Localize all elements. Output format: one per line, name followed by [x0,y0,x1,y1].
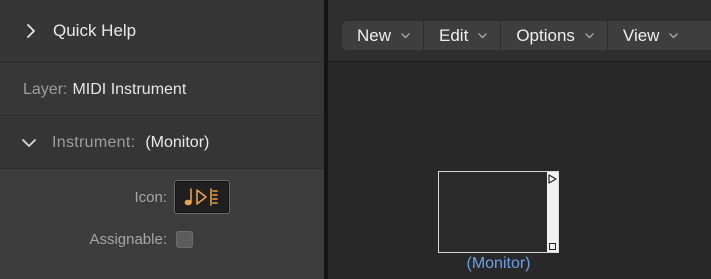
environment-canvas[interactable]: (Monitor) [328,63,711,279]
instrument-params: Icon: Assignable: [0,170,324,279]
chevron-down-icon [478,33,487,39]
layer-key: Layer: [23,80,68,98]
instrument-key: Instrument: [52,133,136,151]
assignable-checkbox[interactable] [176,231,193,248]
instrument-disclosure[interactable]: Instrument: (Monitor) [0,117,324,169]
icon-picker-button[interactable] [174,180,230,214]
chevron-down-icon [585,33,594,39]
monitor-object[interactable] [438,171,559,253]
quick-help-label: Quick Help [53,21,137,40]
chevron-right-icon [27,24,35,38]
layer-row: Layer: MIDI Instrument [0,64,324,116]
monitor-object-name[interactable]: (Monitor) [438,255,559,273]
icon-label: Icon: [134,189,167,206]
menu-label: New [357,25,392,45]
assignable-label: Assignable: [89,231,167,248]
output-port-icon[interactable] [548,174,557,184]
menu-label: Options [516,25,575,45]
local-menu-bar: New Edit Options View [328,0,711,62]
layer-value: MIDI Instrument [72,80,187,98]
menu-options[interactable]: Options [501,21,608,50]
menu-label: View [622,25,660,45]
chevron-down-icon [401,33,410,39]
quick-help-disclosure[interactable]: Quick Help [0,0,324,63]
menu-view[interactable]: View [608,21,692,50]
chevron-down-icon [669,33,679,39]
menu-edit[interactable]: Edit [424,21,502,50]
menu-label: Edit [439,25,469,45]
menu-new[interactable]: New [342,21,425,50]
environment-area: New Edit Options View (Monitor) [328,0,711,279]
input-port-icon[interactable] [549,243,556,250]
instrument-value: (Monitor) [145,133,210,151]
menu-group: New Edit Options View [342,21,711,50]
object-port-strip [547,172,558,252]
chevron-down-icon [22,138,36,147]
inspector-panel: Quick Help Layer: MIDI Instrument Instru… [0,0,324,279]
midi-monitor-icon [184,188,218,206]
